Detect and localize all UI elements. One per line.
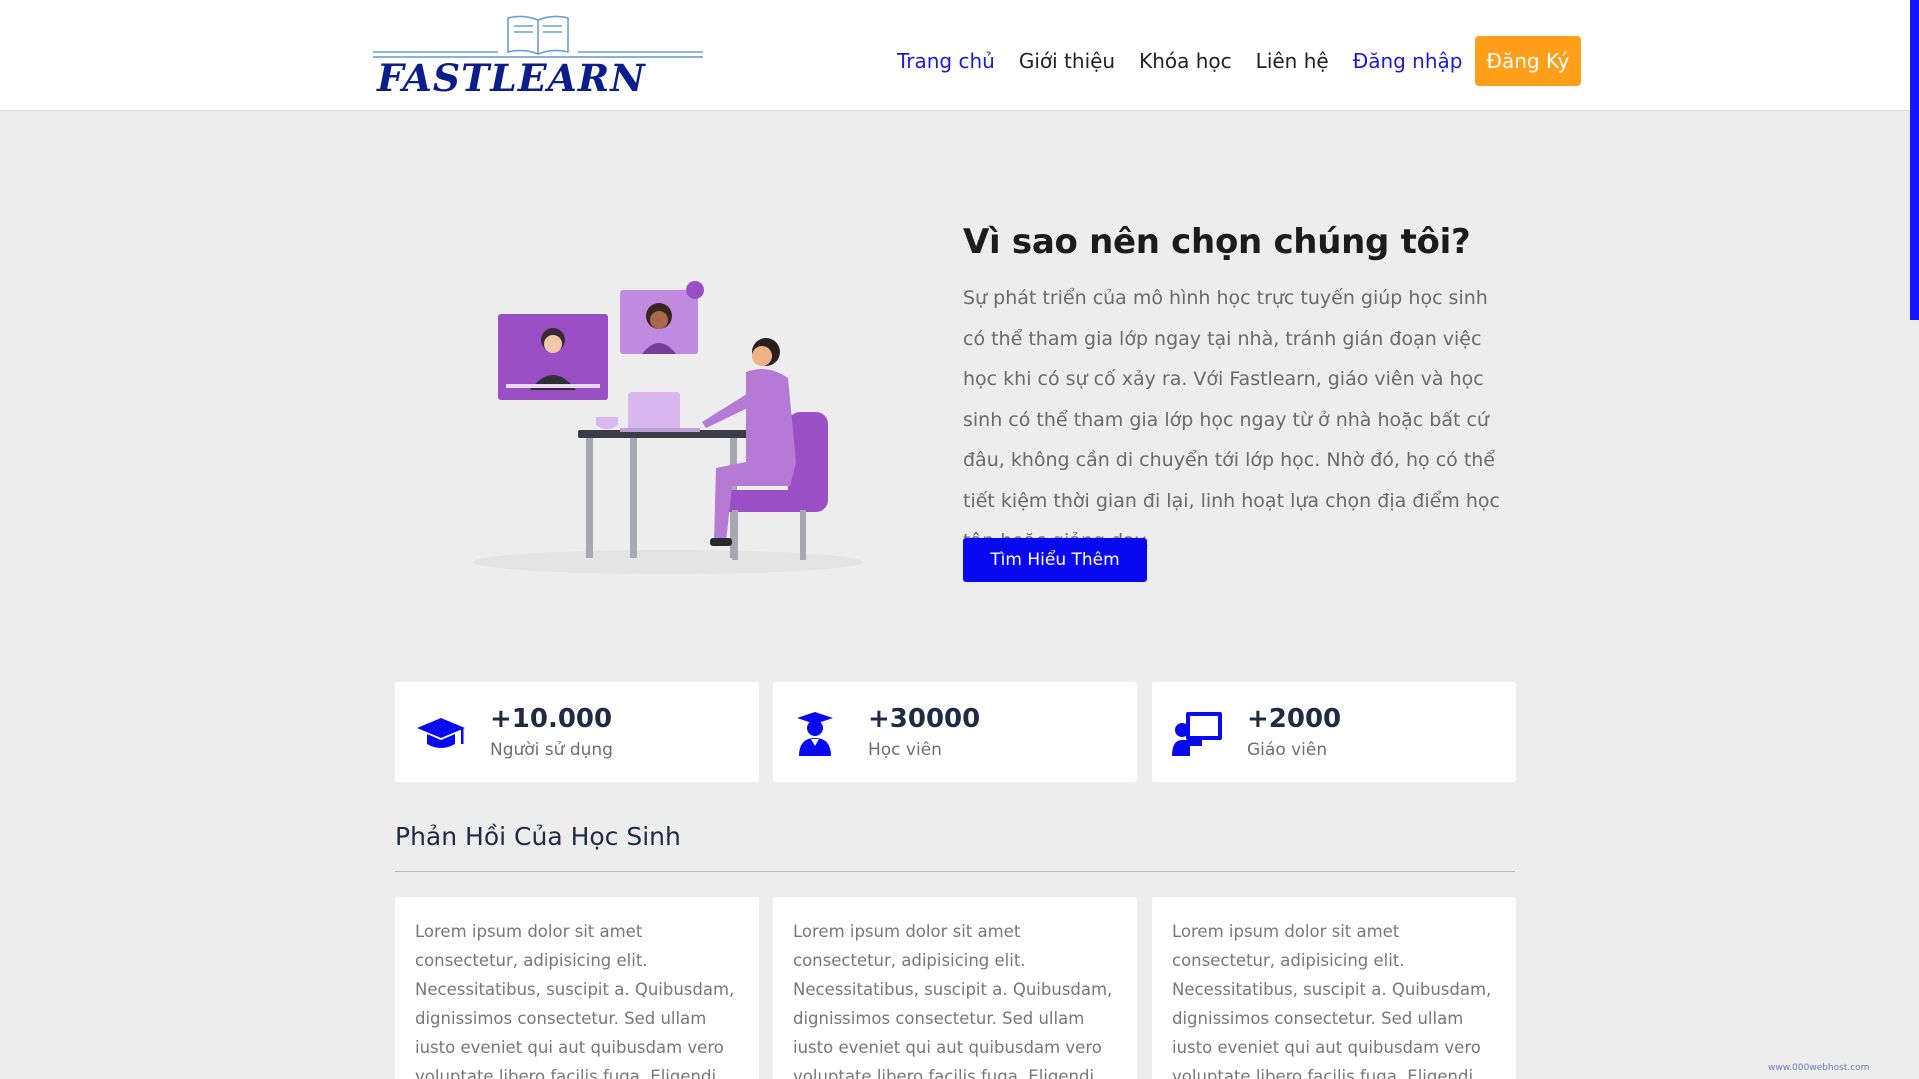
stat-value: +10.000	[490, 704, 613, 734]
site-header: FASTLEARN Trang chủ Giới thiệu Khóa học …	[0, 0, 1919, 111]
nav-home[interactable]: Trang chủ	[897, 49, 995, 73]
nav-courses[interactable]: Khóa học	[1139, 49, 1232, 73]
nav-contact[interactable]: Liên hệ	[1256, 49, 1329, 73]
nav-login[interactable]: Đăng nhập	[1353, 49, 1463, 73]
learn-more-button[interactable]: Tìm Hiểu Thêm	[963, 538, 1147, 582]
signup-button[interactable]: Đăng Ký	[1474, 36, 1582, 86]
feedback-text: Lorem ipsum dolor sit amet consectetur, …	[1172, 922, 1492, 1079]
stat-card-teachers: +2000 Giáo viên	[1152, 682, 1516, 782]
stat-label: Học viên	[868, 740, 942, 760]
feedback-section-title: Phản Hồi Của Học Sinh	[395, 822, 681, 851]
stat-value: +2000	[1247, 704, 1342, 734]
main-nav: Trang chủ Giới thiệu Khóa học Liên hệ Đă…	[897, 35, 1582, 87]
site-logo[interactable]: FASTLEARN	[373, 12, 703, 100]
stat-card-users: +10.000 Người sử dụng	[395, 682, 759, 782]
feedback-card: Lorem ipsum dolor sit amet consectetur, …	[773, 897, 1137, 1079]
stat-label: Giáo viên	[1247, 740, 1328, 760]
section-divider	[395, 871, 1515, 872]
graduation-cap-icon	[415, 712, 467, 756]
teacher-icon	[1172, 712, 1224, 756]
hero-description: Sự phát triển của mô hình học trực tuyến…	[963, 287, 1500, 552]
feedback-card: Lorem ipsum dolor sit amet consectetur, …	[1152, 897, 1516, 1079]
hero-title: Vì sao nên chọn chúng tôi?	[963, 222, 1471, 262]
feedback-card: Lorem ipsum dolor sit amet consectetur, …	[395, 897, 759, 1079]
student-icon	[793, 712, 845, 756]
online-learning-illustration	[470, 272, 870, 582]
stat-label: Người sử dụng	[490, 740, 613, 760]
feedback-text: Lorem ipsum dolor sit amet consectetur, …	[793, 922, 1113, 1079]
nav-about[interactable]: Giới thiệu	[1019, 49, 1115, 73]
feedback-text: Lorem ipsum dolor sit amet consectetur, …	[415, 922, 735, 1079]
hosting-badge[interactable]: www.000webhost.com	[1768, 1063, 1892, 1079]
stat-card-students: +30000 Học viên	[773, 682, 1137, 782]
scrollbar-thumb[interactable]	[1910, 0, 1919, 320]
logo-wordmark: FASTLEARN	[377, 56, 646, 100]
stat-value: +30000	[868, 704, 981, 734]
